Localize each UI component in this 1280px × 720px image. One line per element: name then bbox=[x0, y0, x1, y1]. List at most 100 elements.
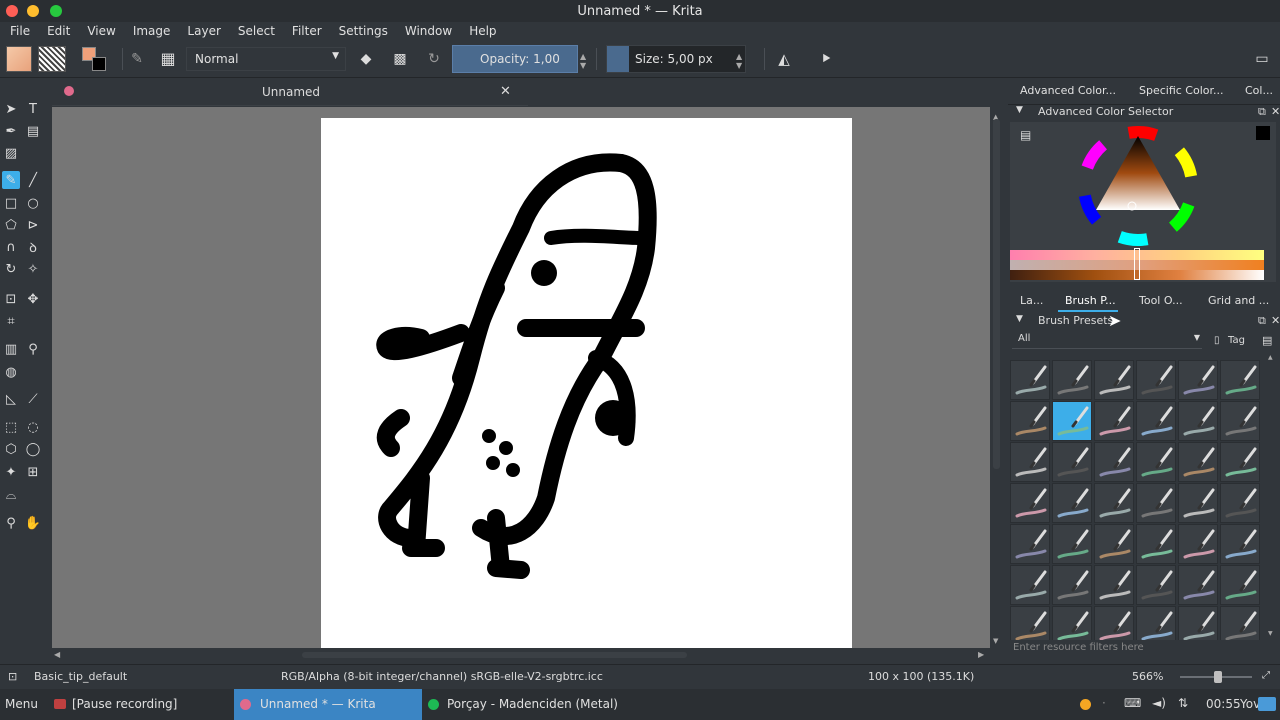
select-shapes-icon[interactable]: ➤ bbox=[2, 100, 20, 118]
canvas-vertical-scrollbar[interactable]: ▲ ▼ bbox=[990, 107, 1004, 648]
preserve-alpha-icon[interactable]: ▩ bbox=[390, 46, 410, 72]
menu-view[interactable]: View bbox=[87, 22, 115, 40]
brush-preset-thumbnail[interactable] bbox=[1136, 360, 1176, 400]
color-swatches[interactable] bbox=[80, 47, 108, 75]
tab-layers[interactable]: La... bbox=[1020, 294, 1043, 307]
brush-preset-thumbnail[interactable] bbox=[1136, 524, 1176, 564]
close-tab-icon[interactable]: ✕ bbox=[500, 84, 511, 99]
scroll-down-icon[interactable]: ▼ bbox=[993, 637, 998, 645]
contiguous-select-icon[interactable]: ✦ bbox=[2, 463, 20, 481]
freehand-brush-icon[interactable]: ✎ bbox=[2, 171, 20, 189]
tab-tool-options[interactable]: Tool O... bbox=[1139, 294, 1183, 307]
tab-grid[interactable]: Grid and ... bbox=[1208, 294, 1269, 307]
blend-mode-select[interactable]: Normal ▼ bbox=[186, 47, 346, 71]
similar-select-icon[interactable]: ⊞ bbox=[24, 463, 42, 481]
vertical-scroll-thumb[interactable] bbox=[993, 119, 1000, 469]
brush-preset-thumbnail[interactable] bbox=[1052, 483, 1092, 523]
brush-preset-thumbnail[interactable] bbox=[1220, 401, 1260, 441]
pan-tool-icon[interactable]: ✋ bbox=[24, 514, 42, 532]
brush-preset-thumbnail[interactable] bbox=[1178, 442, 1218, 482]
polyline-tool-icon[interactable]: ⊳ bbox=[24, 216, 42, 234]
opacity-slider[interactable]: Opacity: 1,00 bbox=[452, 45, 578, 73]
brush-edit-icon[interactable]: ✎ bbox=[128, 46, 146, 72]
brush-preset-thumbnail[interactable] bbox=[1052, 524, 1092, 564]
menu-layer[interactable]: Layer bbox=[187, 22, 220, 40]
multibrush-icon[interactable]: ✧ bbox=[24, 260, 42, 278]
color-settings-icon[interactable]: ▤ bbox=[1020, 128, 1031, 142]
outline-select-icon[interactable]: ◯ bbox=[24, 440, 42, 458]
brush-preset-thumbnail[interactable] bbox=[1220, 442, 1260, 482]
rect-select-icon[interactable]: ⬚ bbox=[2, 418, 20, 436]
size-stepper-icon[interactable]: ▲ ▼ bbox=[736, 52, 742, 70]
brush-preset-thumbnail[interactable] bbox=[1010, 401, 1050, 441]
menu-file[interactable]: File bbox=[10, 22, 30, 40]
crop-tool-icon[interactable]: ⌗ bbox=[2, 312, 20, 330]
presets-grid-icon[interactable]: ▦ bbox=[158, 46, 178, 72]
measure-tool-icon[interactable]: ⟋ bbox=[24, 390, 42, 408]
brush-preset-thumbnail[interactable] bbox=[1094, 524, 1134, 564]
brush-preset-thumbnail[interactable] bbox=[1136, 483, 1176, 523]
brush-preset-thumbnail[interactable] bbox=[1052, 360, 1092, 400]
edit-shapes-icon[interactable]: ✒ bbox=[2, 122, 20, 140]
brush-preset-thumbnail[interactable] bbox=[1094, 483, 1134, 523]
menu-select[interactable]: Select bbox=[238, 22, 275, 40]
line-tool-icon[interactable]: ╱ bbox=[24, 171, 42, 189]
tab-col[interactable]: Col... bbox=[1245, 84, 1273, 97]
tray-item-icon[interactable]: · bbox=[1102, 696, 1106, 710]
eraser-icon[interactable]: ◆ bbox=[356, 46, 376, 72]
task-spotify[interactable]: Porçay - Madenciden (Metal) bbox=[422, 689, 622, 720]
brush-scrollbar[interactable]: ▲ ▼ bbox=[1266, 352, 1276, 640]
zoom-slider-handle[interactable] bbox=[1214, 671, 1222, 683]
ellipse-select-icon[interactable]: ◌ bbox=[24, 418, 42, 436]
fullscreen-icon[interactable]: ⤢ bbox=[1262, 670, 1270, 681]
tag-label[interactable]: Tag bbox=[1228, 335, 1245, 346]
folder-icon[interactable] bbox=[1258, 697, 1276, 711]
brush-preset-thumbnail[interactable] bbox=[1136, 442, 1176, 482]
brush-preset-thumbnail[interactable] bbox=[1136, 401, 1176, 441]
brush-preset-thumbnail[interactable] bbox=[1136, 565, 1176, 605]
collapse-brush-icon[interactable]: ▼ bbox=[1016, 314, 1023, 324]
dynamic-brush-icon[interactable]: ↻ bbox=[2, 260, 20, 278]
rectangle-tool-icon[interactable]: □ bbox=[2, 194, 20, 212]
brush-preset-thumbnail[interactable] bbox=[1178, 565, 1218, 605]
gradient-picker-button[interactable] bbox=[6, 46, 32, 72]
brush-filter-select[interactable]: All ▼ bbox=[1012, 333, 1202, 349]
calligraphy-icon[interactable]: ▤ bbox=[24, 122, 42, 140]
volume-icon[interactable]: ◄) bbox=[1152, 696, 1166, 710]
collapse-icon[interactable]: ▼ bbox=[1016, 105, 1023, 115]
brush-preset-thumbnail[interactable] bbox=[1220, 360, 1260, 400]
color-wheel[interactable] bbox=[1076, 124, 1200, 248]
brush-preset-thumbnail[interactable] bbox=[1010, 483, 1050, 523]
brush-preset-thumbnail[interactable] bbox=[1094, 401, 1134, 441]
text-tool-icon[interactable]: T bbox=[24, 100, 42, 118]
resource-filter-input[interactable]: Enter resource filters here bbox=[1012, 642, 1276, 658]
brush-preset-thumbnail[interactable] bbox=[1010, 524, 1050, 564]
brush-preset-thumbnail[interactable] bbox=[1178, 401, 1218, 441]
brush-preset-thumbnail[interactable] bbox=[1010, 565, 1050, 605]
brush-preset-thumbnail[interactable] bbox=[1052, 442, 1092, 482]
brush-options-icon[interactable]: ▤ bbox=[1262, 334, 1272, 347]
brush-preset-thumbnail[interactable] bbox=[1094, 565, 1134, 605]
brush-preset-thumbnail[interactable] bbox=[1220, 565, 1260, 605]
brush-preset-thumbnail[interactable] bbox=[1094, 360, 1134, 400]
opacity-stepper-icon[interactable]: ▲ ▼ bbox=[580, 52, 586, 70]
canvas-area[interactable] bbox=[52, 107, 990, 648]
freehand-path-icon[interactable]: ꝺ bbox=[24, 238, 42, 256]
brush-preset-thumbnail[interactable] bbox=[1220, 524, 1260, 564]
tray-app-icon[interactable] bbox=[1080, 699, 1091, 710]
ellipse-tool-icon[interactable]: ○ bbox=[24, 194, 42, 212]
brush-preset-thumbnail[interactable] bbox=[1220, 606, 1260, 640]
color-picker-icon[interactable]: ⚲ bbox=[24, 340, 42, 358]
assistant-tool-icon[interactable]: ◺ bbox=[2, 390, 20, 408]
float-brush-icon[interactable]: ⧉ bbox=[1258, 314, 1266, 328]
brush-preset-thumbnail[interactable] bbox=[1010, 606, 1050, 640]
network-icon[interactable]: ⇅ bbox=[1178, 696, 1188, 710]
keyboard-icon[interactable]: ⌨ bbox=[1124, 696, 1141, 710]
scroll-left-icon[interactable]: ◀ bbox=[54, 650, 60, 659]
polygon-select-icon[interactable]: ⬡ bbox=[2, 440, 20, 458]
transform-tool-icon[interactable]: ⊡ bbox=[2, 290, 20, 308]
menu-help[interactable]: Help bbox=[469, 22, 496, 40]
tab-advanced-color[interactable]: Advanced Color... bbox=[1020, 84, 1116, 97]
color-selector-area[interactable]: ▤ bbox=[1010, 122, 1276, 282]
brush-preset-thumbnail[interactable] bbox=[1052, 401, 1092, 441]
